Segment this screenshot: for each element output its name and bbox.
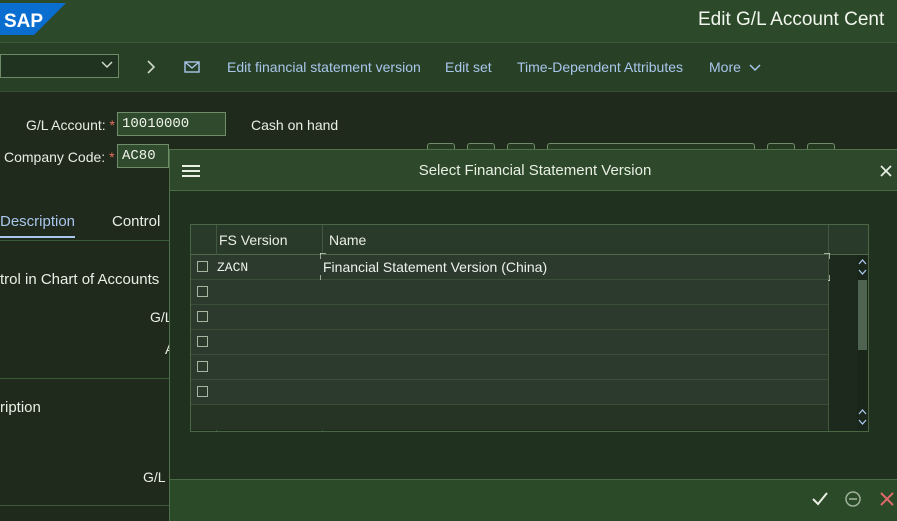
scroll-up-icon[interactable] <box>857 257 868 277</box>
scroll-down-icon[interactable] <box>857 407 868 427</box>
gl-account-label: G/L Account: * <box>26 117 115 133</box>
tab-divider <box>0 240 169 241</box>
page-title: Edit G/L Account Cent <box>698 9 885 30</box>
application-toolbar: Edit financial statement version Edit se… <box>0 43 897 92</box>
table-row[interactable] <box>191 330 828 355</box>
table-row <box>191 405 828 430</box>
time-dependent-attributes-link[interactable]: Time-Dependent Attributes <box>517 59 683 75</box>
field-label-fragment: G/L <box>143 469 166 485</box>
fs-version-table: FS Version Name ZACN Financial Statement… <box>190 224 869 432</box>
table-header: FS Version Name <box>191 225 868 255</box>
chevron-down-icon[interactable] <box>101 59 113 71</box>
cancel-x-icon[interactable] <box>878 490 896 508</box>
tab-control[interactable]: Control <box>112 213 160 230</box>
table-row[interactable] <box>191 280 828 305</box>
table-row[interactable] <box>191 305 828 330</box>
close-icon[interactable] <box>879 164 893 178</box>
command-field[interactable] <box>0 54 119 78</box>
vertical-scrollbar[interactable] <box>857 255 868 431</box>
more-menu[interactable]: More <box>709 59 761 75</box>
gl-account-description: Cash on hand <box>251 117 339 133</box>
fs-version-cell: ZACN <box>217 260 249 275</box>
sap-logo: SAP <box>0 3 66 35</box>
dialog-header: Select Financial Statement Version <box>170 150 897 191</box>
column-header-fs-version[interactable]: FS Version <box>219 232 287 248</box>
section-divider <box>0 505 169 506</box>
tab-description[interactable]: Description <box>0 213 76 238</box>
company-code-label: Company Code: * <box>4 149 115 165</box>
edit-set-link[interactable]: Edit set <box>445 59 492 75</box>
row-selector-checkbox[interactable] <box>197 386 208 397</box>
dialog-footer <box>170 479 897 521</box>
select-fs-version-dialog: Select Financial Statement Version FS Ve… <box>169 149 897 521</box>
row-selector-checkbox[interactable] <box>197 261 208 272</box>
chevron-down-icon <box>749 64 761 72</box>
section-divider <box>0 378 169 379</box>
checkmark-icon[interactable] <box>811 490 829 508</box>
table-row[interactable]: ZACN Financial Statement Version (China) <box>191 253 830 281</box>
dialog-title: Select Financial Statement Version <box>418 162 652 179</box>
focus-frame <box>320 253 830 281</box>
minus-circle-icon[interactable] <box>844 490 862 508</box>
row-selector-checkbox[interactable] <box>197 286 208 297</box>
envelope-icon[interactable] <box>183 58 201 76</box>
row-selector-checkbox[interactable] <box>197 336 208 347</box>
company-code-field[interactable]: AC80 <box>117 144 169 168</box>
row-selector-checkbox[interactable] <box>197 311 208 322</box>
table-row[interactable] <box>191 380 828 405</box>
gl-account-field[interactable]: 10010000 <box>117 112 226 136</box>
sap-logo-text: SAP <box>4 11 43 32</box>
row-selector-checkbox[interactable] <box>197 361 208 372</box>
scrollbar-thumb[interactable] <box>858 280 867 350</box>
column-header-name[interactable]: Name <box>329 232 366 248</box>
section-title-description: ription <box>0 399 41 416</box>
edit-fs-version-link[interactable]: Edit financial statement version <box>227 59 421 75</box>
chevron-right-icon[interactable] <box>142 58 160 76</box>
section-title-control: trol in Chart of Accounts <box>0 271 160 288</box>
table-row[interactable] <box>191 355 828 380</box>
more-label: More <box>709 59 741 75</box>
shell-header: SAP Edit G/L Account Cent <box>0 0 897 43</box>
